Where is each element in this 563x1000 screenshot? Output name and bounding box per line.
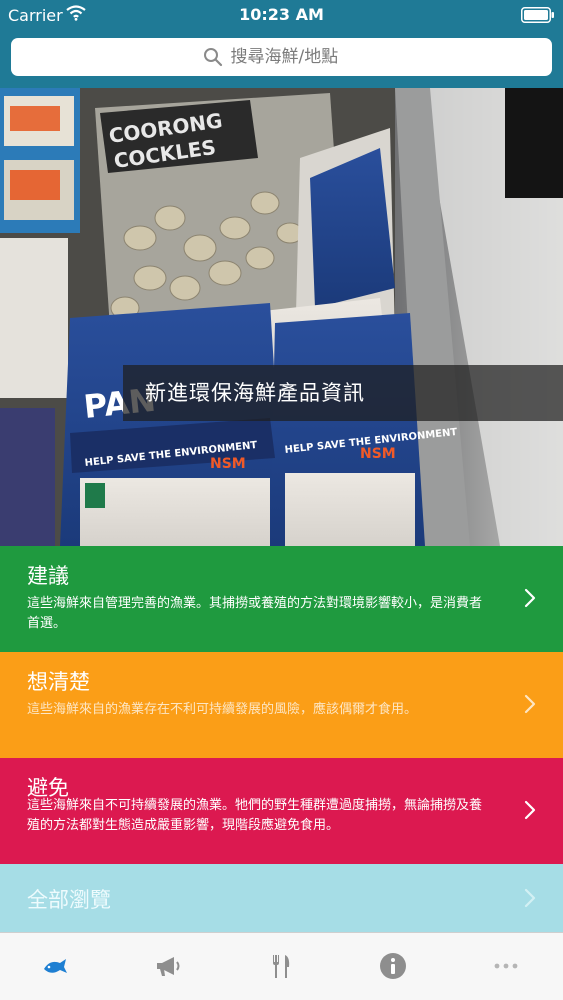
megaphone-icon — [157, 957, 180, 976]
category-description: 這些海鮮來自管理完善的漁業。其捕撈或養殖的方法對環境影響較小，是消費者首選。 — [27, 596, 483, 631]
tab-bar — [0, 932, 563, 1000]
utensils-icon — [273, 955, 290, 978]
category-think-twice[interactable]: 想清楚 這些海鮮來自的漁業存在不利可持續發展的風險，應該偶爾才食用。 — [0, 652, 563, 758]
browse-all-title: 全部瀏覽 — [27, 888, 111, 912]
clock-time: 10:23 AM — [239, 5, 324, 24]
more-icon — [494, 963, 518, 969]
tab-news[interactable] — [153, 951, 183, 981]
search-input[interactable] — [230, 47, 361, 67]
search-box[interactable] — [11, 38, 552, 76]
category-description: 這些海鮮來自的漁業存在不利可持續發展的風險，應該偶爾才食用。 — [27, 702, 418, 717]
search-header — [0, 30, 563, 88]
battery-icon — [521, 7, 554, 23]
chevron-right-icon — [524, 888, 536, 908]
info-icon — [380, 953, 406, 979]
hero-caption: 新進環保海鮮產品資訊 — [123, 365, 563, 421]
status-bar: Carrier 10:23 AM — [0, 0, 563, 30]
chevron-right-icon — [524, 694, 536, 714]
svg-text:NSM: NSM — [210, 456, 246, 472]
tab-restaurants[interactable] — [266, 951, 296, 981]
hero-banner[interactable]: COORONG COCKLES PAN HELP SAVE THE ENVIRO… — [0, 88, 563, 546]
category-avoid[interactable]: 避免 這些海鮮來自不可持續發展的漁業。牠們的野生種群遭過度捕撈，無論捕撈及養殖的… — [0, 758, 563, 864]
category-description: 這些海鮮來自不可持續發展的漁業。牠們的野生種群遭過度捕撈，無論捕撈及養殖的方法都… — [27, 798, 483, 833]
fish-icon — [44, 959, 67, 973]
category-recommended[interactable]: 建議 這些海鮮來自管理完善的漁業。其捕撈或養殖的方法對環境影響較小，是消費者首選… — [0, 546, 563, 652]
category-title: 想清楚 — [27, 670, 90, 694]
tab-more[interactable] — [491, 951, 521, 981]
chevron-right-icon — [524, 588, 536, 608]
svg-text:NSM: NSM — [360, 446, 396, 462]
browse-all-row[interactable]: 全部瀏覽 — [0, 864, 563, 932]
tab-info[interactable] — [378, 951, 408, 981]
chevron-right-icon — [524, 800, 536, 820]
category-title: 建議 — [27, 564, 69, 588]
hero-photo: COORONG COCKLES PAN HELP SAVE THE ENVIRO… — [0, 88, 563, 546]
tab-fish[interactable] — [40, 951, 70, 981]
search-icon — [203, 48, 222, 67]
